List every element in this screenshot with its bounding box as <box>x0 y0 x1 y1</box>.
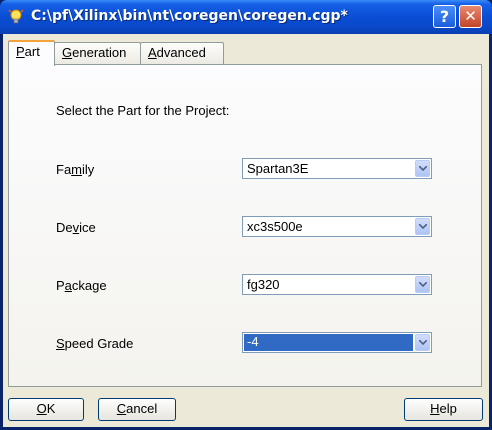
tab-generation-label: eneration <box>72 45 127 60</box>
tab-advanced[interactable]: Advanced <box>140 42 224 64</box>
lightbulb-icon <box>7 8 25 26</box>
chevron-down-icon <box>419 282 427 287</box>
ok-accel: O <box>36 401 47 416</box>
ok-label: K <box>46 401 56 416</box>
package-value: fg320 <box>247 277 280 292</box>
family-label: Family <box>56 162 95 177</box>
help-label: elp <box>439 401 457 416</box>
help-title-button[interactable]: ? <box>433 5 456 28</box>
package-select[interactable]: fg320 <box>242 274 432 295</box>
cancel-accel: C <box>116 401 127 416</box>
package-dropdown-button[interactable] <box>415 276 430 293</box>
tab-part-accel: P <box>16 44 25 59</box>
speed-grade-value: -4 <box>244 334 413 351</box>
tab-generation[interactable]: Generation <box>54 42 141 64</box>
title-bar[interactable]: C:\pf\Xilinx\bin\nt\coregen\coregen.cgp*… <box>0 0 492 34</box>
device-select[interactable]: xc3s500e <box>242 216 432 237</box>
chevron-down-icon <box>419 340 427 345</box>
package-label: Package <box>56 278 107 293</box>
speed-grade-dropdown-button[interactable] <box>415 334 430 351</box>
close-button[interactable]: ✕ <box>459 5 482 28</box>
tab-advanced-label: dvanced <box>156 45 206 60</box>
cancel-label: ancel <box>126 401 158 416</box>
help-button[interactable]: Help <box>404 398 483 421</box>
part-panel: Select the Part for the Project: Family … <box>8 64 482 387</box>
device-dropdown-button[interactable] <box>415 218 430 235</box>
chevron-down-icon <box>419 224 427 229</box>
speed-grade-select[interactable]: -4 <box>242 332 432 353</box>
dialog-body: Part Generation Advanced Select the Part… <box>3 34 489 427</box>
family-dropdown-button[interactable] <box>415 160 430 177</box>
window-title: C:\pf\Xilinx\bin\nt\coregen\coregen.cgp* <box>31 8 348 24</box>
family-select[interactable]: Spartan3E <box>242 158 432 179</box>
family-value: Spartan3E <box>247 161 309 176</box>
tab-part-label: art <box>24 44 40 59</box>
dialog-window: C:\pf\Xilinx\bin\nt\coregen\coregen.cgp*… <box>0 0 492 430</box>
help-accel: H <box>430 401 440 416</box>
close-icon: ✕ <box>464 7 477 25</box>
tab-part[interactable]: Part <box>8 40 55 66</box>
instruction-text: Select the Part for the Project: <box>56 103 230 118</box>
ok-button[interactable]: OK <box>8 398 84 421</box>
speed-grade-label: Speed Grade <box>56 336 134 351</box>
question-icon: ? <box>439 7 450 26</box>
tab-advanced-accel: A <box>148 45 157 60</box>
chevron-down-icon <box>419 166 427 171</box>
device-value: xc3s500e <box>247 219 303 234</box>
cancel-button[interactable]: Cancel <box>98 398 176 421</box>
device-label: Device <box>56 220 96 235</box>
tab-generation-accel: G <box>62 45 73 60</box>
